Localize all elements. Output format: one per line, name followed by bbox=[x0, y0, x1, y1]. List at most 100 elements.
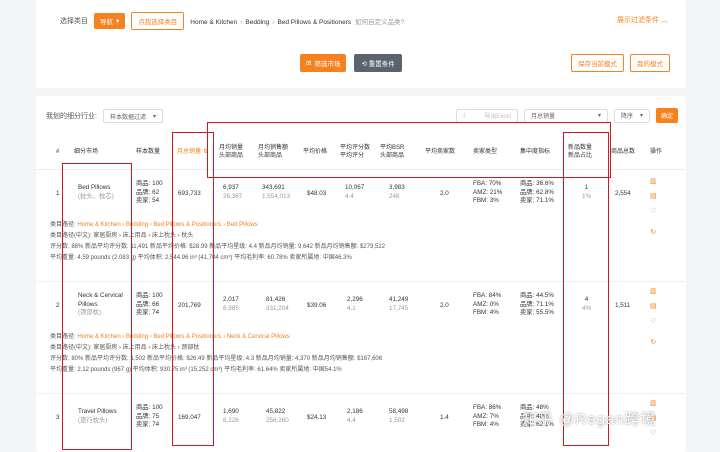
avg-reviews-count: 2,186 bbox=[347, 408, 363, 415]
breadcrumb-item[interactable]: Home & Kitchen bbox=[190, 19, 237, 26]
export-button[interactable]: ⤓ 导出Excel bbox=[455, 108, 518, 123]
total-products: 2,554 bbox=[615, 190, 631, 197]
col-new-products[interactable]: 新品数量 新品占比 bbox=[568, 144, 592, 160]
mode-actions: 保存当前模式 我的模式 bbox=[571, 54, 670, 72]
chart-icon[interactable]: ▥ bbox=[650, 284, 657, 299]
market-name[interactable]: Bed Pillows (枕头、枕芯) bbox=[78, 184, 114, 201]
seller-type-amz: AMZ: 0% bbox=[473, 300, 499, 308]
market-name[interactable]: Travel Pillows (旅行枕头) bbox=[78, 408, 117, 425]
col-avg-reviews[interactable]: 平均评分数 平均评分 bbox=[340, 144, 370, 160]
avg-sales-top: 26,367 bbox=[223, 192, 243, 200]
new-ratio: 1% bbox=[582, 192, 592, 200]
category-path-en[interactable]: Home & Kitchen › Bedding › Bed Pillows &… bbox=[77, 222, 257, 228]
breadcrumb-item[interactable]: Bed Pillows & Positioners bbox=[277, 19, 351, 26]
seller-type-amz: AMZ: 7% bbox=[473, 412, 499, 420]
avg-revenue-value: 45,822 bbox=[266, 408, 286, 415]
row-index: 2 bbox=[56, 302, 60, 309]
col-market[interactable]: 细分市场 bbox=[74, 148, 98, 156]
row-index: 3 bbox=[56, 414, 60, 421]
conc-products: 商品: 44.5% bbox=[520, 292, 554, 299]
avg-sales-value: 6,937 bbox=[223, 184, 239, 191]
col-monthly-sales[interactable]: 月总销量 ⇅ bbox=[177, 148, 208, 156]
col-avg-revenue-l1: 月均销售额 bbox=[258, 145, 289, 151]
market-name-cn: (旅行枕头) bbox=[78, 416, 108, 424]
breadcrumb-sep-icon: › bbox=[240, 19, 243, 26]
sort-order-select[interactable]: 降序 ▾ bbox=[613, 108, 650, 123]
sort-field-value: 月总销量 bbox=[530, 114, 555, 120]
col-monthly-sales-label: 月总销量 bbox=[177, 149, 202, 155]
favorite-icon[interactable]: ♡ bbox=[650, 314, 657, 329]
expand-filters-label: 展示过滤条件 bbox=[617, 17, 660, 24]
sort-icon: ⇅ bbox=[202, 149, 208, 155]
chevron-down-icon: ▾ bbox=[597, 113, 601, 119]
avg-bsr-value: 41,249 bbox=[389, 296, 409, 303]
sample-filter-select[interactable]: 样本数据过滤 ▾ bbox=[102, 109, 163, 123]
market-name[interactable]: Neck & Cervical Pillows (颈部枕) bbox=[78, 292, 134, 318]
chevron-down-icon: ▾ bbox=[639, 113, 643, 119]
custom-category-hint[interactable]: 如何自定义品类? bbox=[355, 19, 404, 26]
category-path-en[interactable]: Home & Kitchen › Bedding › Bed Pillows &… bbox=[77, 334, 289, 340]
col-avg-sales[interactable]: 月均销量 头部商品 bbox=[219, 144, 243, 160]
seller-types: FBA: 70% AMZ: 21% FBM: 3% bbox=[473, 180, 502, 206]
report-icon[interactable]: ▤ bbox=[650, 299, 657, 314]
total-products: 1,511 bbox=[615, 302, 631, 309]
report-icon[interactable]: ▤ bbox=[650, 189, 657, 204]
table-header: # 细分市场 样本数量 月总销量 ⇅ 月均销量 头部商品 月均销售额 头部商品 平均… bbox=[36, 136, 686, 170]
chevron-down-icon: ▾ bbox=[116, 18, 120, 25]
conc-sellers: 卖家: 55.5% bbox=[520, 309, 554, 316]
reset-button[interactable]: ⟲ 重置条件 bbox=[354, 54, 402, 72]
col-avg-sellers[interactable]: 平均卖家数 bbox=[425, 148, 455, 156]
choose-category-button[interactable]: 点我选择类目 bbox=[131, 12, 185, 30]
my-mode-button[interactable]: 我的模式 bbox=[630, 54, 670, 72]
conc-products: 商品: 36.6% bbox=[520, 180, 554, 187]
filter-panel: 选择类目 导航 ▾ 点我选择类目 Home & Kitchen › Bedding › B… bbox=[36, 0, 686, 88]
confirm-button[interactable]: 确定 bbox=[655, 108, 678, 123]
avg-sellers: 1.4 bbox=[440, 414, 449, 421]
col-seller-type: 卖家类型 bbox=[473, 149, 498, 155]
filter-market-label: 筛选市场 bbox=[314, 61, 341, 68]
avg-bsr-top: 17,745 bbox=[389, 304, 409, 312]
col-avg-price[interactable]: 平均价格 bbox=[303, 148, 327, 156]
avg-sales-value: 1,690 bbox=[223, 408, 239, 415]
avg-sales: 2,017 6,985 bbox=[223, 296, 239, 313]
col-avg-revenue[interactable]: 月均销售额 头部商品 bbox=[258, 144, 288, 160]
refresh-icon[interactable]: ↻ bbox=[650, 335, 657, 350]
new-count: 1 bbox=[584, 184, 589, 191]
nav-dropdown[interactable]: 导航 ▾ bbox=[94, 13, 126, 29]
row-detail: 类目路径: Home & Kitchen › Bedding › Bed Pil… bbox=[50, 332, 570, 376]
new-ratio: 4% bbox=[582, 304, 592, 312]
reset-icon: ⟲ bbox=[361, 61, 367, 68]
col-sample[interactable]: 样本数量 bbox=[136, 148, 160, 156]
table-toolbar: 我划的细分行业: 样本数据过滤 ▾ ⤓ 导出Excel 月总销量 ▾ 降序 ▾ 确定 bbox=[46, 108, 678, 124]
category-path-cn-value: 家居厨房 › 床上用品 › 床上枕头 › 枕头 bbox=[93, 233, 194, 239]
avg-reviews-count: 2,296 bbox=[347, 296, 363, 303]
col-total-products[interactable]: 商品总数 bbox=[611, 148, 635, 156]
avg-sales: 1,690 8,226 bbox=[223, 408, 239, 425]
col-avg-bsr[interactable]: 平均BSR 头部商品 bbox=[380, 144, 404, 160]
sample-brands: 品牌: 75 bbox=[136, 412, 160, 420]
avg-bsr-top: 248 bbox=[389, 192, 400, 200]
monthly-sales: 693,733 bbox=[178, 190, 201, 197]
save-mode-button[interactable]: 保存当前模式 bbox=[571, 54, 624, 72]
sort-order-value: 降序 bbox=[620, 114, 633, 120]
filter-market-button[interactable]: ⊞ 筛选市场 bbox=[300, 54, 347, 72]
seller-types: FBA: 84% AMZ: 0% FBM: 4% bbox=[473, 292, 501, 318]
concentration: 商品: 44.5% 品牌: 71.1% 卖家: 55.5% bbox=[520, 292, 554, 318]
chevron-up-icon: ︿ bbox=[661, 17, 668, 24]
favorite-icon[interactable]: ♡ bbox=[650, 204, 657, 219]
breadcrumb-item[interactable]: Bedding bbox=[245, 19, 269, 26]
chart-icon[interactable]: ▥ bbox=[650, 174, 657, 189]
sample-products: 商品: 100 bbox=[136, 292, 163, 299]
sample-products: 商品: 100 bbox=[136, 404, 163, 411]
new-products: 4 4% bbox=[582, 296, 591, 313]
avg-bsr-value: 3,983 bbox=[389, 184, 405, 191]
col-ops: 操作 bbox=[650, 149, 663, 155]
avg-revenue-value: 343,691 bbox=[262, 184, 285, 191]
sort-field-select[interactable]: 月总销量 ▾ bbox=[523, 108, 608, 123]
avg-revenue-top: 1,554,013 bbox=[262, 192, 291, 200]
category-path: 类目路径: Home & Kitchen › Bedding › Bed Pil… bbox=[50, 222, 258, 228]
expand-filters-link[interactable]: 展示过滤条件 ︿ bbox=[617, 15, 668, 25]
seller-types: FBA: 86% AMZ: 7% FBM: 4% bbox=[473, 404, 501, 430]
col-avg-sales-l1: 月均销量 bbox=[219, 145, 244, 151]
refresh-icon[interactable]: ↻ bbox=[650, 225, 657, 240]
